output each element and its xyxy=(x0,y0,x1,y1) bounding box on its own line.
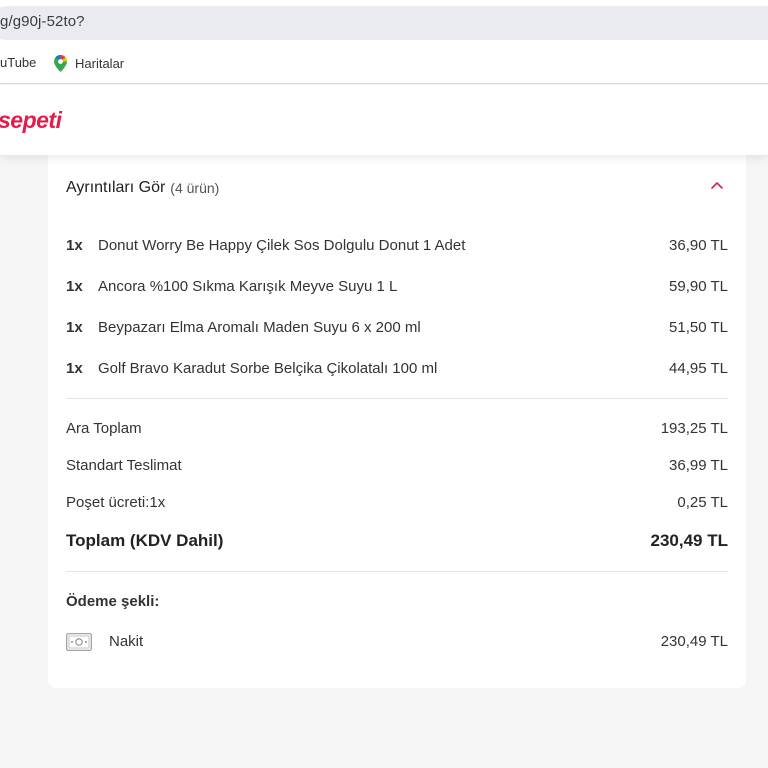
site-header: sepeti xyxy=(0,85,768,155)
bookmark-label: Haritalar xyxy=(75,56,125,71)
item-qty: 1x xyxy=(66,319,83,336)
payment-method-name: Nakit xyxy=(109,633,144,650)
maps-pin-icon xyxy=(54,55,67,72)
item-qty: 1x xyxy=(66,237,83,254)
item-qty: 1x xyxy=(66,278,83,295)
item-name: Donut Worry Be Happy Çilek Sos Dolgulu D… xyxy=(98,237,466,254)
bookmark-label: uTube xyxy=(0,55,37,70)
item-name: Golf Bravo Karadut Sorbe Belçika Çikolat… xyxy=(98,360,438,377)
total-value: 230,49 TL xyxy=(650,531,729,550)
item-qty: 1x xyxy=(66,360,83,377)
details-toggle[interactable]: Ayrıntıları Gör (4 ürün) xyxy=(66,177,728,199)
order-summary-card: Ayrıntıları Gör (4 ürün) 1x Donut Worry … xyxy=(48,150,746,688)
bookmark-maps[interactable]: Haritalar xyxy=(54,55,124,72)
url-text[interactable]: g/g90j-52to? xyxy=(0,13,85,30)
subtotal-label: Ara Toplam xyxy=(66,420,142,437)
item-price: 59,90 TL xyxy=(669,278,728,295)
chevron-up-icon[interactable] xyxy=(710,180,724,190)
payment-method-row: Nakit 230,49 TL xyxy=(66,632,728,654)
bookmark-youtube[interactable]: uTube xyxy=(0,55,36,70)
delivery-value: 36,99 TL xyxy=(669,457,728,474)
item-price: 44,95 TL xyxy=(669,360,728,377)
payment-title: Ödeme şekli: xyxy=(66,593,160,610)
order-item: 1x Donut Worry Be Happy Çilek Sos Dolgul… xyxy=(66,237,728,259)
item-count: (4 ürün) xyxy=(170,180,220,196)
site-logo[interactable]: sepeti xyxy=(0,107,62,134)
address-field[interactable] xyxy=(0,6,768,40)
divider xyxy=(66,571,728,572)
cash-icon xyxy=(66,633,92,651)
item-name: Ancora %100 Sıkma Karışık Meyve Suyu 1 L xyxy=(98,278,398,295)
item-name: Beypazarı Elma Aromalı Maden Suyu 6 x 20… xyxy=(98,319,421,336)
details-title: Ayrıntıları Gör xyxy=(66,179,166,196)
item-price: 51,50 TL xyxy=(669,319,728,336)
delivery-label: Standart Teslimat xyxy=(66,457,182,474)
total-label: Toplam (KDV Dahil) xyxy=(66,531,224,550)
bag-fee-label: Poşet ücreti:1x xyxy=(66,494,166,511)
item-price: 36,90 TL xyxy=(669,237,728,254)
payment-amount: 230,49 TL xyxy=(660,633,728,650)
order-item: 1x Beypazarı Elma Aromalı Maden Suyu 6 x… xyxy=(66,319,728,341)
divider xyxy=(66,398,728,399)
order-item: 1x Golf Bravo Karadut Sorbe Belçika Çiko… xyxy=(66,360,728,382)
order-item: 1x Ancora %100 Sıkma Karışık Meyve Suyu … xyxy=(66,278,728,300)
bookmarks-bar: uTube Haritalar xyxy=(0,44,768,84)
subtotal-value: 193,25 TL xyxy=(660,420,728,437)
bag-fee-value: 0,25 TL xyxy=(677,494,728,511)
browser-url-bar: g/g90j-52to? xyxy=(0,0,768,44)
